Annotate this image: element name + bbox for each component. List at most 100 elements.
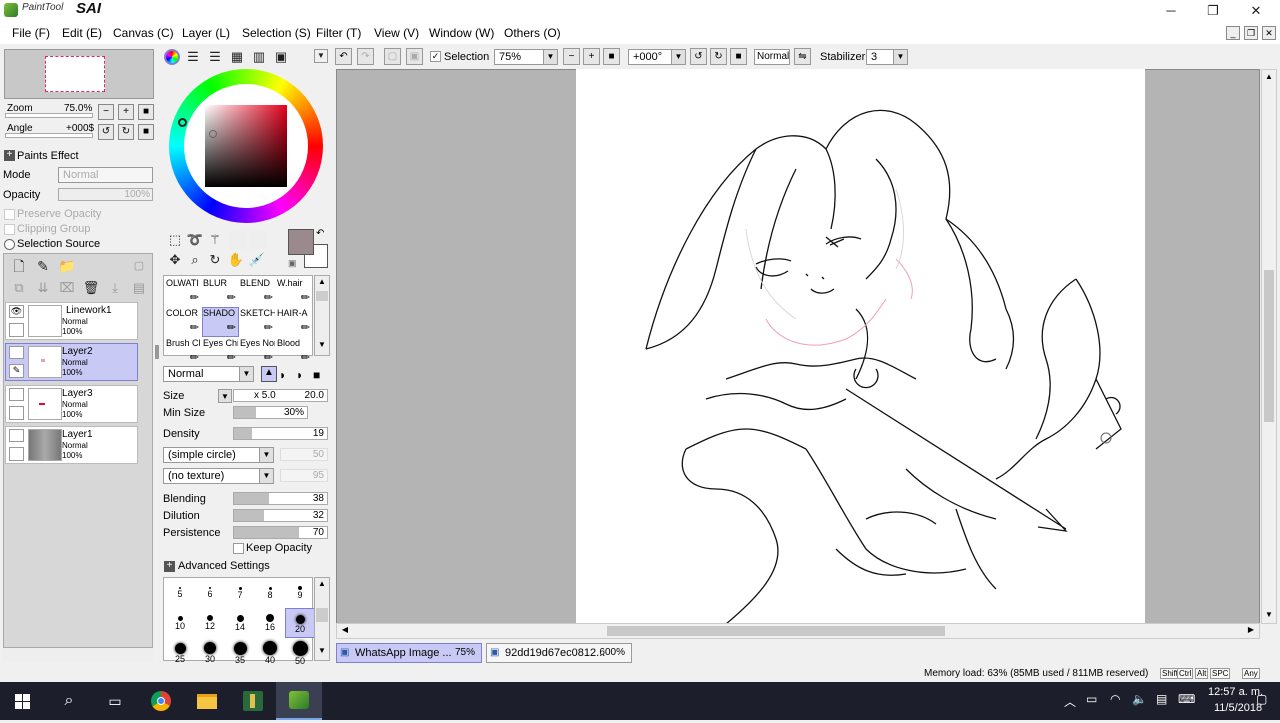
preserve-opacity-checkbox[interactable] (4, 209, 15, 220)
visibility-toggle[interactable] (9, 346, 24, 359)
brush-size-preset[interactable]: 7 (225, 578, 255, 608)
rgb-slider-tab-icon[interactable]: ☰ (184, 48, 202, 66)
keyboard-icon[interactable]: ⌨ (1178, 692, 1195, 706)
scroll-down-arrow-icon[interactable]: ▼ (1263, 610, 1275, 622)
zoom-reset-button[interactable]: ■ (138, 104, 154, 120)
canvas-horizontal-scrollbar[interactable]: ◀ ▶ (336, 623, 1260, 639)
rotate-reset-button[interactable]: ■ (138, 124, 154, 140)
minimize-button[interactable]: ─ (1156, 2, 1186, 20)
shape-strength-slider[interactable]: 50 (280, 448, 328, 461)
size-slider[interactable]: x 5.0 20.0 (233, 389, 328, 402)
chrome-icon[interactable] (138, 682, 184, 720)
brush-size-preset[interactable]: 5 (165, 578, 195, 608)
mdi-close-button[interactable]: ✕ (1262, 26, 1276, 40)
layer-item-layer3[interactable]: Layer3 Normal 100% (5, 385, 138, 423)
layer-lock-toggle[interactable] (9, 447, 24, 461)
advanced-expand-icon[interactable]: + (164, 561, 175, 572)
clear-layer-icon[interactable]: ⌧ (58, 279, 76, 297)
menu-canvas[interactable]: Canvas (C) (113, 26, 174, 40)
selection-checkbox[interactable]: ✓ (430, 51, 441, 62)
volume-icon[interactable]: 🔈 (1132, 692, 1147, 706)
stabilizer-dropdown[interactable]: 3 ▼ (866, 49, 908, 65)
task-view-icon[interactable]: ▭ (92, 682, 138, 720)
brush-slot[interactable]: COLOR ✏ (165, 307, 202, 337)
language-icon[interactable]: ▤ (1156, 692, 1167, 706)
brush-slot[interactable]: BLEND ✏ (239, 277, 276, 307)
zoom-dropdown[interactable]: 75% ▼ (494, 49, 558, 65)
user-mix-tab-icon[interactable]: ▥ (250, 48, 268, 66)
copy-layer-icon[interactable]: ⧉ (10, 279, 28, 297)
clock-time[interactable]: 12:57 a. m. (1208, 686, 1263, 698)
brush-size-preset[interactable]: 14 (225, 608, 255, 638)
advanced-settings-label[interactable]: Advanced Settings (178, 560, 270, 572)
delete-layer-icon[interactable]: 🗑 (82, 279, 100, 297)
view-mode-dropdown[interactable]: Normal (754, 49, 790, 65)
layer-lock-toggle[interactable] (9, 406, 24, 420)
scroll-right-arrow-icon[interactable]: ▶ (1245, 625, 1257, 637)
brush-size-preset[interactable]: 20 (285, 608, 315, 638)
scroll-up-arrow-icon[interactable]: ▲ (1263, 72, 1275, 84)
scroll-down-arrow-icon[interactable]: ▼ (316, 340, 328, 352)
rotate-icon[interactable]: ↻ (206, 251, 224, 269)
toolbar-rotate-left-button[interactable]: ↺ (690, 48, 707, 65)
notifications-icon[interactable]: ▢ (1256, 692, 1267, 706)
brush-shape-flat-icon[interactable]: ◗ (296, 368, 303, 382)
document-tab[interactable]: ▣ 92dd19d67ec0812... 600% (486, 643, 632, 663)
color-wheel-tab-icon[interactable] (164, 49, 180, 65)
painttool-sai-taskbar-icon[interactable] (276, 682, 322, 720)
merge-layer-icon[interactable]: ⇊ (34, 279, 52, 297)
expand-plus-icon[interactable]: + (4, 150, 15, 161)
zoom-slider[interactable] (5, 113, 93, 118)
show-hidden-icons[interactable]: ︿ (1064, 693, 1076, 710)
menu-selection[interactable]: Selection (S) (242, 26, 311, 40)
brush-slot[interactable]: Blood ✏ (276, 337, 313, 367)
size-grid-scrollbar[interactable]: ▲ ▼ (314, 577, 330, 661)
rotate-right-button[interactable]: ↻ (118, 124, 134, 140)
flip-view-button[interactable]: ⇋ (794, 48, 811, 65)
file-explorer-icon[interactable] (184, 682, 230, 720)
layer-panel-hscroll[interactable] (3, 647, 153, 661)
brush-slot[interactable]: SHADO ✏ (202, 307, 239, 337)
hsv-slider-tab-icon[interactable]: ☰ (206, 48, 224, 66)
swap-colors-icon[interactable]: ↶ (316, 228, 324, 239)
brush-size-preset[interactable]: 8 (255, 578, 285, 608)
vertical-scroll-thumb[interactable] (1264, 270, 1274, 422)
brush-shape-dropdown[interactable]: (simple circle) ▼ (163, 447, 274, 463)
transparent-color-icon[interactable]: ▣ (288, 258, 297, 269)
brush-slot[interactable]: Eyes Chibi ✏ (202, 337, 239, 367)
scroll-up-arrow-icon[interactable]: ▲ (316, 579, 328, 591)
brush-slot[interactable]: HAIR-A ✏ (276, 307, 313, 337)
density-slider[interactable]: 19 (233, 427, 328, 440)
brush-size-preset[interactable]: 16 (255, 608, 285, 638)
new-layer-icon[interactable]: 🗋 (10, 257, 28, 275)
brush-shape-round-icon[interactable]: ◗ (279, 368, 286, 382)
invert-selection-button[interactable]: ▣ (406, 48, 423, 65)
new-folder-icon[interactable]: 📁 (58, 257, 76, 275)
scroll-up-arrow-icon[interactable]: ▲ (316, 277, 328, 289)
menu-layer[interactable]: Layer (L) (182, 26, 230, 40)
menu-others[interactable]: Others (O) (504, 26, 561, 40)
mdi-minimize-button[interactable]: _ (1226, 26, 1240, 40)
toolbar-zoom-in-button[interactable]: + (583, 48, 600, 65)
saturation-value-square[interactable] (205, 105, 287, 187)
brush-size-preset[interactable]: 6 (195, 578, 225, 608)
canvas-vertical-scrollbar[interactable]: ▲ ▼ (1261, 69, 1277, 624)
menu-file[interactable]: File (F) (12, 26, 50, 40)
brush-size-preset[interactable]: 12 (195, 608, 225, 638)
panel-splitter[interactable] (155, 345, 159, 359)
angle-dropdown[interactable]: +000° ▼ (628, 49, 686, 65)
layer-lock-toggle[interactable] (9, 323, 24, 337)
zoom-out-button[interactable]: − (98, 104, 114, 120)
canvas-paper[interactable] (576, 69, 1145, 624)
visibility-toggle[interactable] (9, 429, 24, 442)
scroll-left-arrow-icon[interactable]: ◀ (339, 625, 351, 637)
rect-select-icon[interactable]: ⬚ (166, 231, 184, 249)
brush-palette-scrollbar[interactable]: ▲ ▼ (314, 275, 330, 356)
selection-source-radio[interactable] (4, 239, 15, 250)
redo-button[interactable]: ↷ (357, 48, 374, 65)
close-button[interactable]: ✕ (1241, 2, 1271, 20)
toolbar-zoom-reset-button[interactable]: ■ (603, 48, 620, 65)
brush-edit-icon[interactable]: ✎ (9, 364, 24, 378)
undo-button[interactable]: ↶ (335, 48, 352, 65)
toolbar-rotate-reset-button[interactable]: ■ (730, 48, 747, 65)
